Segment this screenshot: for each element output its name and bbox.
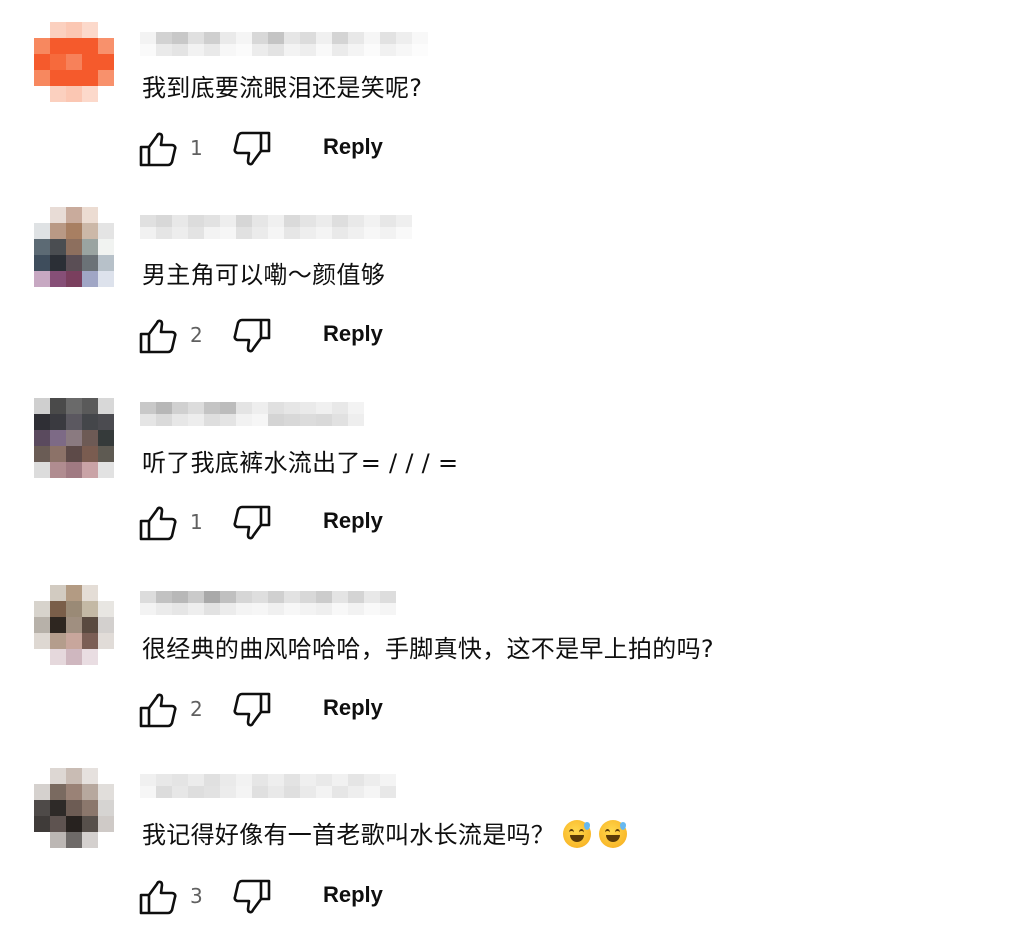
reply-button[interactable]: Reply [323,880,383,910]
username-redacted [140,32,440,56]
comment-item: 我记得好像有一首老歌叫水长流是吗？ 3 Reply [0,748,1024,928]
avatar[interactable] [34,22,114,102]
comment-text: 我到底要流眼泪还是笑呢? [142,74,423,102]
dislike-button[interactable] [232,504,272,542]
username-redacted [140,591,396,615]
thumbs-up-icon [139,693,177,728]
comment-item: 听了我底裤水流出了= / / / = 1 Reply [0,374,1024,554]
avatar[interactable] [34,585,114,665]
like-button[interactable] [138,691,178,729]
comment-item: 很经典的曲风哈哈哈，手脚真快，这不是早上拍的吗? 2 Reply [0,561,1024,741]
reply-button[interactable]: Reply [323,693,383,723]
dislike-button[interactable] [232,317,272,355]
like-button[interactable] [138,504,178,542]
like-count: 3 [190,884,203,908]
comment-actions: 2 Reply [138,689,538,729]
comment-item: 男主角可以嘞～颜值够 2 Reply [0,187,1024,367]
reply-button[interactable]: Reply [323,132,383,162]
sweat-smile-emoji-icon [563,820,592,848]
dislike-button[interactable] [232,691,272,729]
comment-text: 男主角可以嘞～颜值够 [142,261,385,289]
avatar[interactable] [34,207,114,287]
thumbs-up-icon [139,319,177,354]
thumbs-up-icon [139,880,177,915]
like-button[interactable] [138,878,178,916]
like-count: 1 [190,136,203,160]
username-redacted [140,215,412,239]
sweat-smile-emoji-icon [599,820,628,848]
avatar[interactable] [34,768,114,848]
thumbs-down-icon [233,879,271,914]
thumbs-down-icon [233,131,271,166]
comment-actions: 1 Reply [138,128,538,168]
reply-button[interactable]: Reply [323,506,383,536]
username-redacted [140,774,396,798]
like-button[interactable] [138,130,178,168]
dislike-button[interactable] [232,878,272,916]
avatar[interactable] [34,398,114,478]
dislike-button[interactable] [232,130,272,168]
comment-actions: 1 Reply [138,502,538,542]
like-count: 1 [190,510,203,534]
thumbs-down-icon [233,692,271,727]
thumbs-up-icon [139,132,177,167]
thumbs-down-icon [233,505,271,540]
comment-actions: 3 Reply [138,876,538,916]
comment-text: 很经典的曲风哈哈哈，手脚真快，这不是早上拍的吗? [142,635,714,663]
reply-button[interactable]: Reply [323,319,383,349]
thumbs-down-icon [233,318,271,353]
comment-actions: 2 Reply [138,315,538,355]
comment-text: 听了我底裤水流出了= / / / = [142,449,459,477]
comment-item: 我到底要流眼泪还是笑呢? 1 Reply [0,0,1024,180]
comment-text-content: 我记得好像有一首老歌叫水长流是吗？ [142,821,556,849]
like-count: 2 [190,323,203,347]
like-count: 2 [190,697,203,721]
username-redacted [140,402,364,426]
like-button[interactable] [138,317,178,355]
comment-text: 我记得好像有一首老歌叫水长流是吗？ [142,820,628,850]
thumbs-up-icon [139,506,177,541]
